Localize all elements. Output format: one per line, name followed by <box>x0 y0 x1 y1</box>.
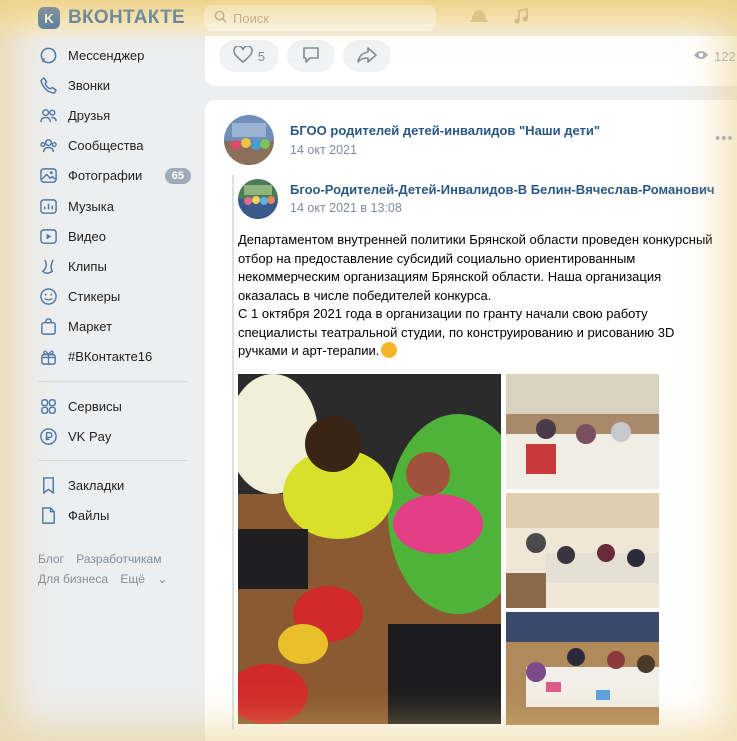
footer-link-business[interactable]: Для бизнеса <box>38 572 108 586</box>
sidebar-item-market[interactable]: Маркет <box>30 312 195 342</box>
post-photo-4[interactable] <box>506 612 659 725</box>
vk-logo-text: ВКОНТАКТЕ <box>68 7 185 28</box>
views-count: 122 <box>714 49 736 64</box>
eye-icon <box>693 49 709 64</box>
sidebar-item-gift[interactable]: #ВКонтакте16 <box>30 342 195 372</box>
sidebar-item-vkpay[interactable]: VK Pay <box>30 421 195 451</box>
communities-icon <box>38 136 58 156</box>
sidebar-item-label: Файлы <box>68 508 110 524</box>
market-icon <box>38 317 58 337</box>
sidebar-item-video[interactable]: Видео <box>30 221 195 251</box>
sidebar-item-services[interactable]: Сервисы <box>30 391 195 421</box>
comment-button[interactable] <box>287 40 335 72</box>
photos-icon <box>38 166 58 186</box>
sidebar: Мессенджер Звонки Друзья Сообщества Фотограф… <box>30 40 195 589</box>
clips-icon <box>38 256 58 276</box>
sidebar-item-label: Стикеры <box>68 289 121 305</box>
vk-logo[interactable]: K ВКОНТАКТЕ <box>38 7 185 29</box>
gift-icon <box>38 347 58 367</box>
phone-icon <box>38 75 58 95</box>
stickers-icon <box>38 287 58 307</box>
repost-date[interactable]: 14 окт 2021 в 13:08 <box>290 201 402 215</box>
sidebar-item-label: Маркет <box>68 319 113 335</box>
sidebar-item-phone[interactable]: Звонки <box>30 70 195 100</box>
friends-icon <box>38 105 58 125</box>
footer-link-more[interactable]: Ещё ⌄ <box>120 572 176 586</box>
like-button[interactable]: 5 <box>219 40 279 72</box>
post-photo-main[interactable] <box>238 374 501 724</box>
sidebar-item-label: Сервисы <box>68 398 122 414</box>
sidebar-item-label: Сообщества <box>68 138 144 154</box>
sidebar-footer: Блог Разработчикам Для бизнеса Ещё ⌄ <box>30 549 195 589</box>
more-options-icon[interactable]: ••• <box>715 130 734 147</box>
repost-author[interactable]: Бгоо-Родителей-Детей-Инвалидов-В Белин-В… <box>290 182 715 197</box>
sidebar-item-label: Фотографии <box>68 168 143 184</box>
comment-icon <box>301 46 321 67</box>
previous-post-actions: 5 122 <box>205 36 737 86</box>
messenger-icon <box>38 45 58 65</box>
sidebar-divider <box>38 460 187 462</box>
music-top-icon[interactable] <box>512 6 532 31</box>
group-avatar[interactable] <box>224 115 274 165</box>
sidebar-item-bookmark[interactable]: Закладки <box>30 470 195 500</box>
vk-logo-icon: K <box>38 7 60 29</box>
like-count: 5 <box>257 48 266 64</box>
footer-link-blog[interactable]: Блог <box>38 552 64 566</box>
services-icon <box>38 396 58 416</box>
sidebar-item-clips[interactable]: Клипы <box>30 251 195 281</box>
bookmark-icon <box>38 476 58 496</box>
post-text: Департаментом внутренней политики Брянск… <box>238 232 713 358</box>
vkpay-icon <box>38 426 58 446</box>
search-placeholder: Поиск <box>233 10 270 26</box>
sidebar-item-label: Видео <box>68 228 106 244</box>
search-icon <box>214 10 227 26</box>
top-bar: K ВКОНТАКТЕ Поиск <box>0 0 737 40</box>
post-date[interactable]: 14 окт 2021 <box>290 143 357 157</box>
sidebar-divider <box>38 381 187 383</box>
sidebar-item-label: Музыка <box>68 198 114 214</box>
sidebar-item-label: Друзья <box>68 107 111 123</box>
count-badge: 65 <box>164 167 191 184</box>
sidebar-item-files[interactable]: Файлы <box>30 501 195 531</box>
sidebar-item-stickers[interactable]: Стикеры <box>30 282 195 312</box>
post-photo-3[interactable] <box>506 493 659 608</box>
post-author[interactable]: БГОО родителей детей-инвалидов "Наши дет… <box>290 123 600 138</box>
music-icon <box>38 196 58 216</box>
sidebar-item-label: Закладки <box>68 478 125 494</box>
sidebar-item-photos[interactable]: Фотографии 65 <box>30 161 195 191</box>
sidebar-item-communities[interactable]: Сообщества <box>30 131 195 161</box>
share-icon <box>357 46 377 67</box>
sidebar-item-friends[interactable]: Друзья <box>30 100 195 130</box>
repost-divider <box>232 175 234 730</box>
sidebar-item-label: Клипы <box>68 258 107 274</box>
sidebar-item-music[interactable]: Музыка <box>30 191 195 221</box>
repost-author-avatar[interactable] <box>238 179 278 219</box>
post-photo-2[interactable] <box>506 374 659 489</box>
sidebar-item-label: VK Pay <box>68 428 112 444</box>
post-card: БГОО родителей детей-инвалидов "Наши дет… <box>205 100 737 741</box>
files-icon <box>38 506 58 526</box>
video-icon <box>38 226 58 246</box>
heart-icon <box>233 44 253 67</box>
sidebar-item-label: #ВКонтакте16 <box>68 349 153 365</box>
footer-link-developers[interactable]: Разработчикам <box>76 552 161 566</box>
sidebar-item-label: Звонки <box>68 77 110 93</box>
views-counter: 122 <box>693 49 736 64</box>
bell-icon[interactable] <box>468 6 490 31</box>
smile-emoji-icon <box>381 342 398 358</box>
sidebar-item-messenger[interactable]: Мессенджер <box>30 40 195 70</box>
search-input[interactable]: Поиск <box>204 5 436 31</box>
share-button[interactable] <box>343 40 391 72</box>
chevron-down-icon: ⌄ <box>157 571 168 586</box>
sidebar-item-label: Мессенджер <box>68 47 145 63</box>
